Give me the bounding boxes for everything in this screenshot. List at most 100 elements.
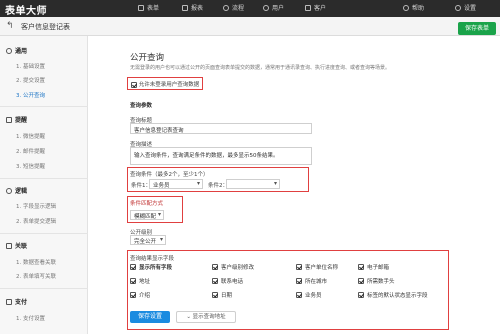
general-icon [6,47,12,54]
allow-query-label: 允许未登录用户查询数据 [138,82,200,88]
nav-form[interactable]: 表单 [138,3,159,12]
section-title: 公开查询 [130,53,165,63]
section-description: 无需登录的用户也可以通过公开的页面查询表单提交的数据，通常用于通讯录查询、执行进… [130,65,391,71]
section-title: 支付 [15,299,28,306]
field-checkbox[interactable] [130,292,136,298]
logic-icon [6,187,12,194]
show-query-url-label: 显示查询地址 [192,314,226,320]
nav-label: 帮助 [412,5,425,12]
save-form-button[interactable]: 保存表单 [458,22,496,35]
field-checkbox[interactable] [212,278,218,284]
field-option-label: 显示所有字段 [139,265,173,271]
sidebar-item-sms[interactable]: 3. 短信提醒 [16,162,45,170]
field-option-label: 业务员 [305,293,322,299]
nav-label: 用户 [272,5,285,12]
sidebar-divider [0,178,88,179]
nav-customer[interactable]: 客户 [305,3,326,12]
field-checkbox[interactable] [358,264,364,270]
sidebar-item-wechat[interactable]: 1. 微信提醒 [16,132,45,140]
nav-settings[interactable]: 设置 [455,3,476,12]
nav-label: 报表 [191,5,204,12]
field-checkbox[interactable] [212,292,218,298]
query-desc-textarea[interactable]: 输入查询条件，查询满足条件的数据，最多显示50条结果。 [130,147,312,165]
sidebar-item-pay-settings[interactable]: 1. 支付设置 [16,314,45,322]
field-checkbox[interactable] [130,264,136,270]
form-icon [138,4,144,11]
nav-flow[interactable]: 流程 [223,3,244,12]
field-checkbox[interactable] [296,278,302,284]
field-option[interactable]: 显示所有字段 [130,263,172,271]
settings-sidebar: 通用 1. 基础设置 2. 提交设置 3. 公开查询 提醒 1. 微信提醒 2.… [0,36,88,334]
condition2-select[interactable] [226,179,280,189]
nav-help[interactable]: 帮助 [403,3,424,12]
sidebar-section-logic[interactable]: 逻辑 [6,186,27,195]
query-title-input[interactable]: 客户信息登记表查询 [130,123,312,134]
field-checkbox[interactable] [212,264,218,270]
save-settings-button[interactable]: 保存设置 [130,311,170,323]
field-option-label: 客户级别修改 [221,265,255,271]
sidebar-item-submit[interactable]: 2. 提交设置 [16,76,45,84]
sidebar-section-general[interactable]: 通用 [6,46,27,55]
field-option[interactable]: 所需数手头 [358,277,395,285]
back-icon[interactable]: ↰ [6,21,14,31]
sidebar-section-link[interactable]: 关联 [6,241,27,250]
field-option-label: 联系电话 [221,279,244,285]
sidebar-item-submit-logic[interactable]: 2. 表单提交逻辑 [16,217,56,225]
condition1-select[interactable]: 业务员 [149,179,203,189]
field-option[interactable]: 电子邮箱 [358,263,389,271]
sidebar-item-data-link[interactable]: 1. 数据查看关联 [16,258,56,266]
nav-label: 流程 [232,5,245,12]
field-option[interactable]: 日期 [212,291,232,299]
field-option[interactable]: 介绍 [130,291,150,299]
field-checkbox[interactable] [296,292,302,298]
match-mode-label: 条件匹配方式 [130,201,164,207]
nav-report[interactable]: 报表 [182,3,203,12]
field-option-label: 日期 [221,293,233,299]
allow-query-checkbox-row[interactable]: 允许未登录用户查询数据 [131,80,199,88]
field-option[interactable]: 客户单位名称 [296,263,338,271]
public-level-select[interactable]: 完全公开 [130,235,166,245]
field-checkbox[interactable] [130,278,136,284]
sidebar-section-pay[interactable]: 支付 [6,297,27,306]
field-option[interactable]: 业务员 [296,291,322,299]
match-mode-select[interactable]: 模糊匹配 [130,210,164,220]
sidebar-item-basic[interactable]: 1. 基础设置 [16,62,45,70]
field-checkbox[interactable] [358,292,364,298]
section-title: 提醒 [15,117,28,124]
sidebar-item-form-link[interactable]: 2. 表单填写关联 [16,272,56,280]
nav-label: 设置 [464,5,477,12]
field-checkbox[interactable] [296,264,302,270]
field-option[interactable]: 标签的默认状态显示字段 [358,291,428,299]
sidebar-item-email[interactable]: 2. 邮件提醒 [16,147,45,155]
sidebar-item-field-logic[interactable]: 1. 字段显示逻辑 [16,202,56,210]
field-option-label: 客户单位名称 [305,265,339,271]
nav-label: 客户 [314,5,327,12]
show-query-url-button[interactable]: ⌄ 显示查询地址 [176,311,236,323]
pay-icon [6,298,12,305]
app-logo[interactable]: 表单大师 [5,2,47,17]
nav-user[interactable]: 用户 [263,3,284,12]
customer-icon [305,4,311,11]
params-heading: 查询参数 [130,103,153,109]
help-icon [403,4,409,11]
field-option[interactable]: 联系电话 [212,277,243,285]
section-title: 逻辑 [15,188,28,195]
conditions-label: 查询条件（最多2个，至少1个） [130,172,209,178]
field-option-label: 地址 [139,279,151,285]
field-checkbox[interactable] [358,278,364,284]
settings-icon [455,4,461,11]
field-option[interactable]: 所在城市 [296,277,327,285]
notify-icon [6,116,12,123]
sidebar-section-notify[interactable]: 提醒 [6,115,27,124]
field-option[interactable]: 地址 [130,277,150,285]
section-title: 通用 [15,48,28,55]
sidebar-divider [0,288,88,289]
flow-icon [223,4,229,11]
top-navbar: 表单大师 表单 报表 流程 用户 客户 帮助 设置 [0,0,500,17]
field-option-label: 电子邮箱 [367,265,390,271]
allow-query-checkbox[interactable] [131,81,137,88]
field-option[interactable]: 客户级别修改 [212,263,254,271]
field-option-label: 标签的默认状态显示字段 [367,293,428,299]
link-icon [6,242,12,249]
sidebar-item-public-query[interactable]: 3. 公开查询 [16,91,45,99]
